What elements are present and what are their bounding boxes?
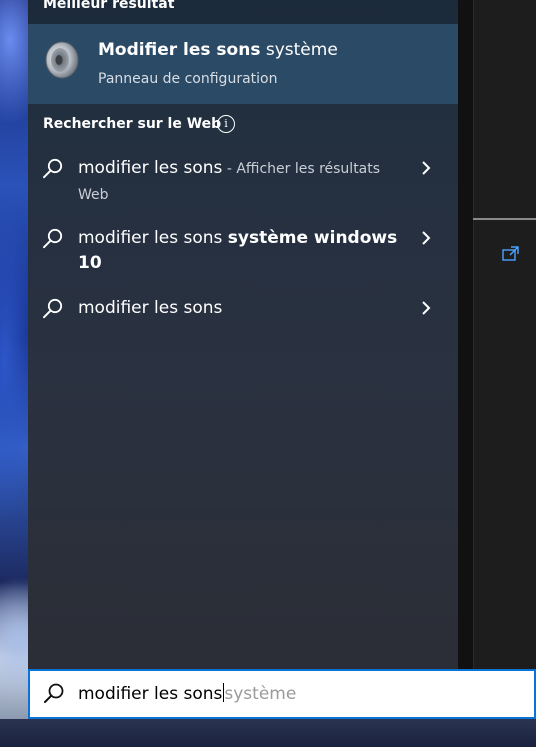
best-match-header: Meilleur résultat xyxy=(43,0,175,12)
speaker-icon xyxy=(45,41,79,79)
search-icon xyxy=(44,683,64,703)
best-match-item[interactable]: Modifier les sons système Panneau de con… xyxy=(28,24,458,104)
chevron-right-icon[interactable] xyxy=(420,159,432,177)
open-external-icon[interactable] xyxy=(502,246,520,262)
search-icon xyxy=(43,298,63,319)
web-result-text: modifier les sons - Afficher les résulta… xyxy=(78,158,381,203)
web-result-text: modifier les sons xyxy=(78,298,223,318)
web-result-text: modifier les sons système windows 10 xyxy=(78,228,398,273)
web-search-header: Rechercher sur le Web xyxy=(43,116,222,132)
web-result-1[interactable]: modifier les sons - Afficher les résulta… xyxy=(28,158,458,210)
desktop-bottom-strip xyxy=(0,719,536,747)
search-icon xyxy=(43,228,63,249)
best-match-subtitle: Panneau de configuration xyxy=(98,71,278,87)
preview-pane-inner xyxy=(473,0,536,669)
chevron-right-icon[interactable] xyxy=(420,229,432,247)
web-result-3[interactable]: modifier les sons xyxy=(28,298,458,326)
search-input[interactable]: modifier les sons système xyxy=(78,683,296,704)
info-icon[interactable]: i xyxy=(217,115,235,133)
preview-divider xyxy=(473,218,536,220)
search-typed-text: modifier les sons xyxy=(78,684,223,704)
chevron-right-icon[interactable] xyxy=(420,299,432,317)
search-results-panel: Meilleur résultat Modifier les sons syst… xyxy=(28,0,458,669)
preview-pane xyxy=(458,0,536,747)
search-autocomplete: système xyxy=(224,684,297,704)
search-icon xyxy=(43,158,63,179)
best-match-title: Modifier les sons système xyxy=(98,40,338,60)
search-box[interactable]: modifier les sons système xyxy=(28,669,536,719)
desktop-wallpaper xyxy=(0,0,28,747)
web-result-2[interactable]: modifier les sons système windows 10 xyxy=(28,228,458,280)
